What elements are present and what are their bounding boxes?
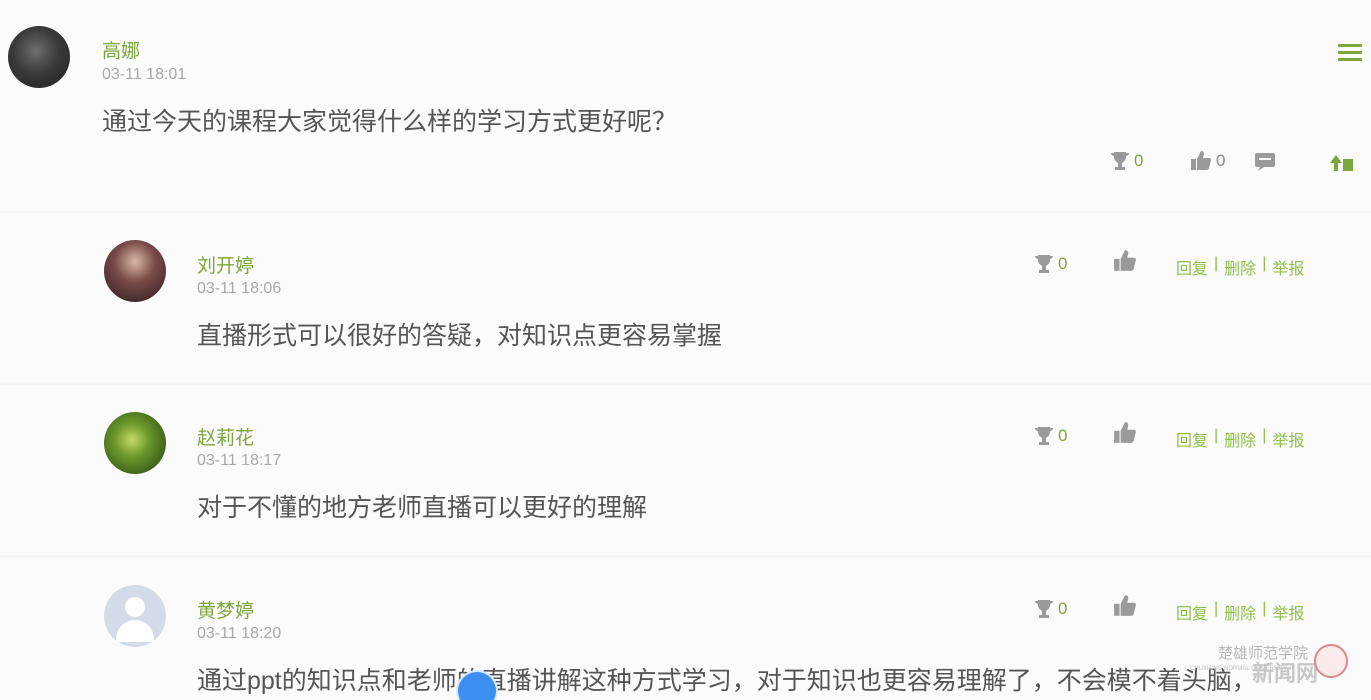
- report-link[interactable]: 举报: [1272, 600, 1304, 624]
- reply-time: 03-11 18:20: [197, 625, 282, 642]
- reply-trophy-count: 0: [1058, 599, 1068, 618]
- reply-link[interactable]: 回复: [1176, 600, 1208, 624]
- reply-time: 03-11 18:06: [197, 280, 282, 297]
- reply-author[interactable]: 黄梦婷: [197, 596, 254, 623]
- hamburger-menu-icon[interactable]: [1338, 44, 1362, 62]
- main-post: 高娜 03-11 18:01 通过今天的课程大家觉得什么样的学习方式更好呢？ 0…: [0, 0, 1371, 211]
- delete-link[interactable]: 删除: [1224, 255, 1256, 279]
- delete-link[interactable]: 删除: [1224, 427, 1256, 451]
- separator: |: [1262, 600, 1267, 617]
- reply-link[interactable]: 回复: [1176, 255, 1208, 279]
- reply-avatar[interactable]: [104, 240, 166, 302]
- separator: |: [1214, 600, 1219, 617]
- reply-like-button[interactable]: [1113, 594, 1137, 623]
- comment-icon: [1255, 153, 1275, 171]
- trophy-icon: [1111, 152, 1129, 170]
- thumbs-up-icon: [1114, 250, 1136, 271]
- reply-link[interactable]: 回复: [1176, 427, 1208, 451]
- pin-top-button[interactable]: [1330, 153, 1354, 173]
- separator: |: [1214, 427, 1219, 444]
- thumbs-up-icon: [1114, 595, 1136, 616]
- comment-button[interactable]: [1254, 152, 1276, 172]
- like-count: 0: [1216, 151, 1226, 170]
- post-content: 通过今天的课程大家觉得什么样的学习方式更好呢？: [102, 108, 678, 136]
- thumbs-up-icon: [1191, 151, 1211, 170]
- reply-trophy-count: 0: [1058, 426, 1068, 445]
- default-avatar-icon[interactable]: [104, 585, 166, 647]
- reply-avatar[interactable]: [104, 412, 166, 474]
- author-name[interactable]: 高娜: [102, 36, 140, 63]
- trophy-icon: [1035, 600, 1053, 618]
- post-time: 03-11 18:01: [102, 66, 187, 83]
- report-link[interactable]: 举报: [1272, 427, 1304, 451]
- discussion-page: 高娜 03-11 18:01 通过今天的课程大家觉得什么样的学习方式更好呢？ 0…: [0, 0, 1371, 700]
- reply-content: 对于不懂的地方老师直播可以更好的理解: [197, 494, 648, 522]
- trophy-icon: [1035, 427, 1053, 445]
- reply-actions: 回复 | 删除 | 举报: [1176, 600, 1304, 624]
- reply-trophy-button[interactable]: 0: [1034, 425, 1067, 447]
- report-link[interactable]: 举报: [1272, 255, 1304, 279]
- separator: |: [1262, 427, 1267, 444]
- reply-content: 直播形式可以很好的答疑，对知识点更容易掌握: [197, 322, 723, 350]
- thumbs-up-icon: [1114, 422, 1136, 443]
- watermark-big: 新闻网: [1252, 661, 1319, 686]
- reply-actions: 回复 | 删除 | 举报: [1176, 255, 1304, 279]
- trophy-icon: [1035, 255, 1053, 273]
- reply-item: 刘开婷 03-11 18:06 直播形式可以很好的答疑，对知识点更容易掌握 0 …: [0, 213, 1371, 382]
- reply-time: 03-11 18:17: [197, 452, 282, 469]
- reply-author[interactable]: 赵莉花: [197, 423, 254, 450]
- reply-like-button[interactable]: [1113, 249, 1137, 278]
- like-button[interactable]: 0: [1190, 150, 1225, 172]
- trophy-count: 0: [1134, 151, 1144, 170]
- reply-author[interactable]: 刘开婷: [197, 251, 254, 278]
- reply-trophy-count: 0: [1058, 254, 1068, 273]
- reply-content: 通过ppt的知识点和老师的直播讲解这种方式学习，对于知识也更容易理解了，不会模不…: [197, 667, 1257, 695]
- reply-item: 黄梦婷 03-11 18:20 通过ppt的知识点和老师的直播讲解这种方式学习，…: [0, 558, 1371, 700]
- watermark: 楚雄师范学院 CHUXIONG NORMAL UNIVERSITY 新闻网: [1190, 638, 1371, 698]
- reply-trophy-button[interactable]: 0: [1034, 253, 1067, 275]
- seal-icon: [1314, 644, 1348, 678]
- pin-top-icon: [1330, 155, 1353, 171]
- reply-like-button[interactable]: [1113, 421, 1137, 450]
- reply-item: 赵莉花 03-11 18:17 对于不懂的地方老师直播可以更好的理解 0 回复 …: [0, 385, 1371, 555]
- delete-link[interactable]: 删除: [1224, 600, 1256, 624]
- separator: |: [1262, 255, 1267, 272]
- trophy-button[interactable]: 0: [1110, 150, 1143, 172]
- author-avatar[interactable]: [8, 26, 70, 88]
- reply-trophy-button[interactable]: 0: [1034, 598, 1067, 620]
- separator: |: [1214, 255, 1219, 272]
- reply-actions: 回复 | 删除 | 举报: [1176, 427, 1304, 451]
